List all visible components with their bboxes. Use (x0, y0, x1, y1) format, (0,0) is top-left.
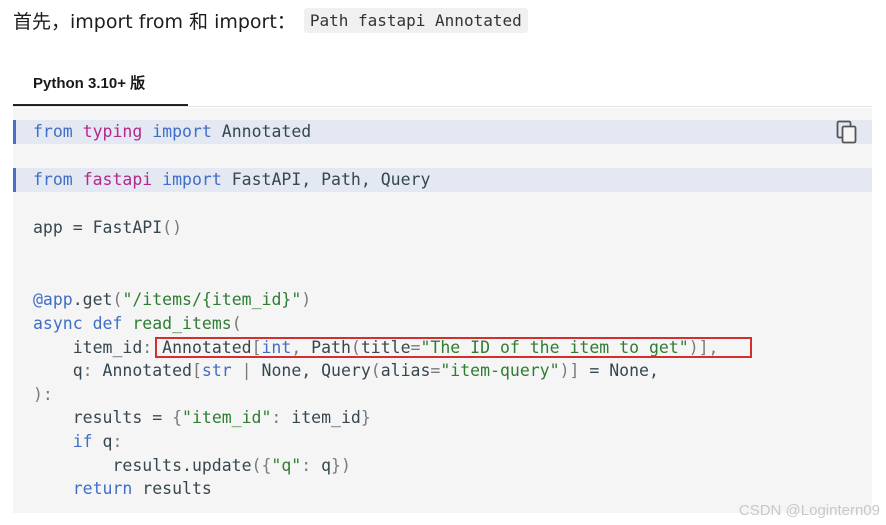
code-token: Annotated (211, 122, 312, 141)
code-token: results (132, 479, 212, 498)
code-token: return (33, 479, 133, 498)
code-block: from typing import Annotated from fastapi… (13, 108, 872, 513)
code-token: ): (33, 385, 53, 404)
code-token: "/items/{item_id}" (122, 290, 302, 309)
code-line: ): (13, 383, 872, 407)
intro-paragraph: 首先，import from 和 import： Path fastapi An… (13, 7, 528, 34)
code-token: = (430, 361, 441, 380)
code-token: ) (301, 290, 312, 309)
code-token: : (301, 456, 312, 475)
code-token: q (311, 456, 332, 475)
code-token: ( (112, 290, 123, 309)
code-token: } (360, 408, 371, 427)
code-token: | (241, 361, 252, 380)
code-token: { (172, 408, 183, 427)
code-token: : (82, 361, 93, 380)
code-token: import (162, 170, 222, 189)
code-token: () (162, 218, 183, 237)
code-token: : (271, 408, 282, 427)
code-token: from (33, 122, 73, 141)
code-token: None, Query (251, 361, 371, 380)
code-token: : (142, 338, 153, 357)
code-line: if q: (13, 430, 872, 454)
code-token: async def (33, 314, 123, 333)
code-line: from typing import Annotated (13, 120, 872, 144)
code-token: FastAPI, Path, Query (221, 170, 431, 189)
code-token: typing (82, 122, 143, 141)
tab-python-310[interactable]: Python 3.10+ 版 (13, 60, 188, 106)
code-line: results.update({"q": q}) (13, 454, 872, 478)
code-token: Annotated (92, 361, 192, 380)
code-token: read_items (132, 314, 232, 333)
code-token: : (112, 432, 123, 451)
version-tab-bar: Python 3.10+ 版 (13, 60, 872, 107)
code-token: app = FastAPI (33, 218, 163, 237)
code-token: q (33, 361, 83, 380)
highlight-annotation-box (155, 337, 752, 358)
code-token: "item_id" (182, 408, 272, 427)
code-token: str (201, 361, 232, 380)
intro-text: 首先，import from 和 import： (13, 11, 296, 33)
code-token: from (33, 170, 73, 189)
code-token: item_id (33, 338, 143, 357)
code-line: from fastapi import FastAPI, Path, Query (13, 168, 872, 192)
code-token: if (33, 432, 93, 451)
code-token: )] (559, 361, 580, 380)
code-line: results = {"item_id": item_id} (13, 406, 872, 430)
code-line: q: Annotated[str | None, Query(alias="it… (13, 359, 872, 383)
watermark: CSDN @Logintern09 (738, 502, 880, 519)
code-line: app = FastAPI() (13, 216, 872, 240)
code-token: results = (33, 408, 173, 427)
copy-icon[interactable] (836, 120, 858, 144)
code-token: "q" (271, 456, 302, 475)
code-token: results.update (33, 456, 252, 475)
code-token: "item-query" (440, 361, 560, 380)
code-token: = None, (579, 361, 659, 380)
inline-code: Path fastapi Annotated (303, 8, 528, 33)
code-line: return results (13, 477, 872, 501)
code-token: .get (72, 290, 113, 309)
code-token: item_id (281, 408, 361, 427)
code-token: fastapi (82, 170, 153, 189)
code-line: @app.get("/items/{item_id}") (13, 288, 872, 312)
code-token: @app (33, 290, 73, 309)
code-line: async def read_items( (13, 312, 872, 336)
code-token: alias (380, 361, 431, 380)
code-token: }) (331, 456, 351, 475)
code-token: import (152, 122, 212, 141)
code-token: [ (191, 361, 202, 380)
code-token: ({ (251, 456, 272, 475)
code-token: ( (231, 314, 242, 333)
code-token: ( (370, 361, 381, 380)
code-token: q (92, 432, 113, 451)
